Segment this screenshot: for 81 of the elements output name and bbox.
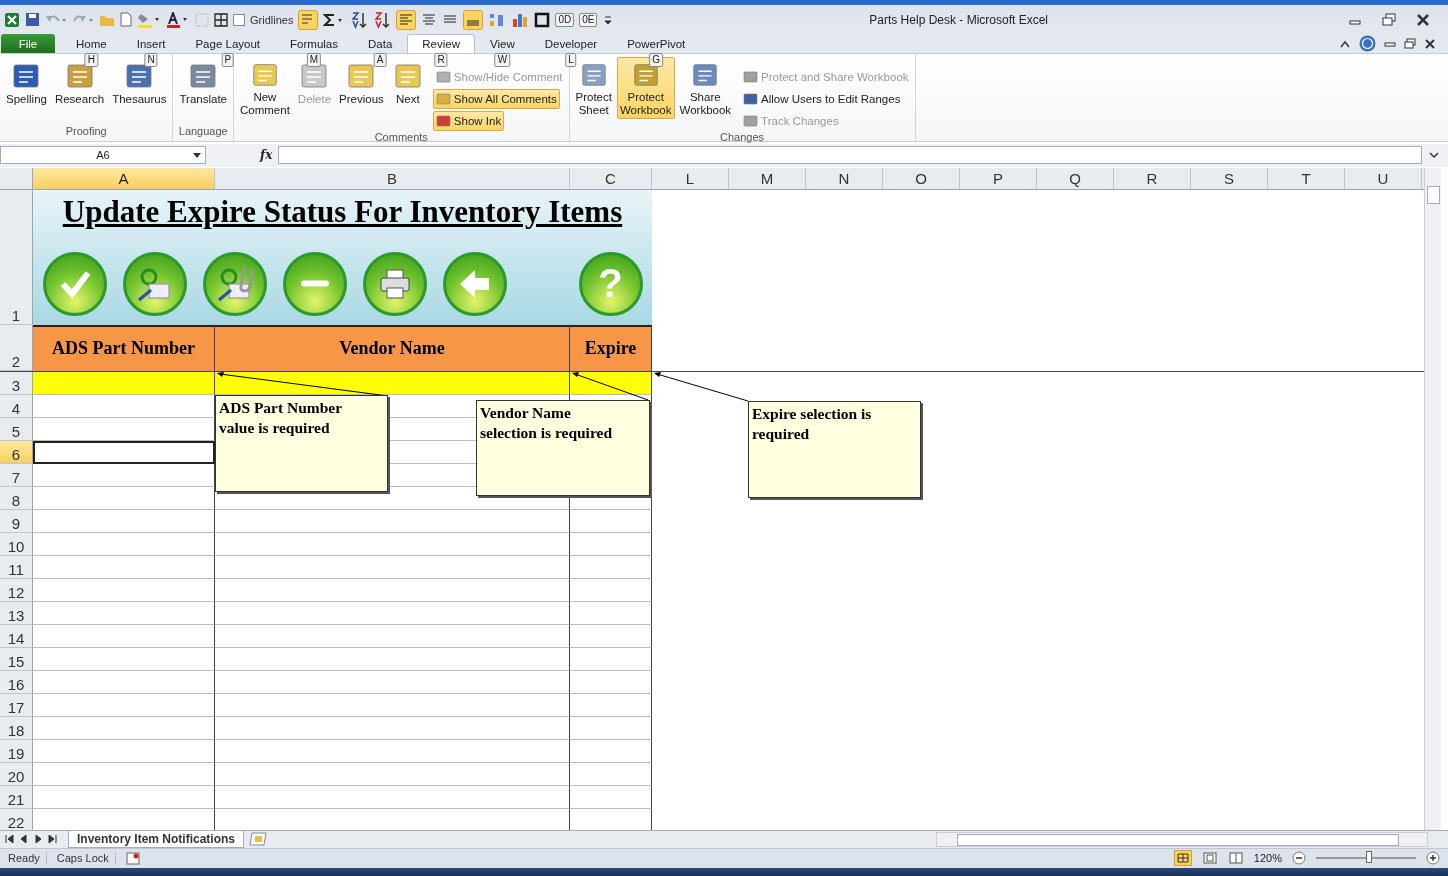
ribbon-tab[interactable]: PowerPivot bbox=[612, 34, 701, 54]
group-label: Changes bbox=[719, 131, 766, 144]
row-header[interactable]: 22 bbox=[0, 808, 33, 830]
ribbon-button[interactable]: Show All Comments bbox=[432, 89, 560, 110]
insert-function-button[interactable]: fx bbox=[260, 148, 273, 163]
comment-tooltip: Vendor Name selection is required bbox=[476, 399, 650, 496]
row-header[interactable]: 15 bbox=[0, 647, 33, 671]
status-text: Caps Lock bbox=[56, 852, 116, 865]
ribbon-tab[interactable]: Formulas bbox=[275, 34, 353, 54]
row-header[interactable]: 16 bbox=[0, 670, 33, 694]
ribbon-button[interactable]: Allow Users to Edit Ranges bbox=[740, 89, 904, 110]
column-heading: Expire bbox=[570, 324, 652, 371]
ribbon-button[interactable]: Show Ink bbox=[432, 111, 505, 132]
row-header[interactable]: 6 bbox=[0, 440, 33, 464]
ribbon-button[interactable]: New Comment bbox=[237, 57, 293, 120]
keytip-label: M bbox=[306, 53, 322, 68]
ribbon-tab[interactable]: Data bbox=[353, 34, 408, 54]
row-header[interactable]: 17 bbox=[0, 693, 33, 717]
row-header[interactable]: 8 bbox=[0, 486, 33, 510]
column-header[interactable]: A bbox=[33, 167, 215, 189]
row-header[interactable]: 20 bbox=[0, 762, 33, 786]
ribbon-button[interactable]: Spelling bbox=[3, 57, 50, 120]
column-header[interactable]: S bbox=[1191, 167, 1268, 189]
ribbon-tab[interactable]: Review bbox=[407, 34, 475, 54]
row-header[interactable]: 1 bbox=[0, 189, 33, 325]
group-label: Comments bbox=[373, 131, 429, 144]
keytip-label: G bbox=[649, 53, 664, 68]
ribbon-tab[interactable]: Insert bbox=[121, 34, 181, 54]
row-header[interactable]: 10 bbox=[0, 532, 33, 556]
column-header[interactable]: T bbox=[1268, 167, 1345, 189]
row-header[interactable]: 5 bbox=[0, 417, 33, 441]
gridlines-label: Gridlines bbox=[250, 13, 294, 26]
name-box[interactable]: A6 bbox=[0, 146, 206, 165]
comment-tooltip: Expire selection is required bbox=[748, 400, 921, 498]
column-header[interactable]: N bbox=[806, 167, 883, 189]
group-label: Proofing bbox=[64, 125, 108, 140]
row-header[interactable]: 4 bbox=[0, 394, 33, 418]
keytip-label: 0D bbox=[555, 12, 575, 27]
column-header[interactable]: R bbox=[1114, 167, 1191, 189]
sheet-title: Update Expire Status For Inventory Items bbox=[62, 193, 623, 230]
row-header[interactable]: 21 bbox=[0, 785, 33, 809]
ribbon-button[interactable]: Next bbox=[388, 57, 427, 120]
keytip-label: W bbox=[494, 53, 511, 68]
row-header[interactable]: 2 bbox=[0, 324, 33, 371]
keytip-label: N bbox=[144, 53, 158, 68]
keytip-label: 0E bbox=[579, 12, 598, 27]
file-tab[interactable]: File bbox=[1, 34, 55, 54]
ribbon-tab[interactable]: Page Layout bbox=[180, 34, 276, 54]
row-header[interactable]: 7 bbox=[0, 463, 33, 487]
keytip-label: A bbox=[373, 53, 387, 68]
ribbon-tab[interactable]: Home bbox=[61, 34, 122, 54]
row-header[interactable]: 11 bbox=[0, 555, 33, 579]
row-header[interactable]: 12 bbox=[0, 578, 33, 602]
window-title: Parts Help Desk - Microsoft Excel bbox=[869, 12, 1048, 27]
ribbon-tab[interactable]: Developer bbox=[529, 34, 613, 54]
status-text: Ready bbox=[8, 852, 47, 865]
sheet-tab[interactable]: Inventory Item Notifications bbox=[68, 830, 245, 848]
keytip-label: P bbox=[221, 53, 235, 68]
column-heading: Vendor Name bbox=[215, 324, 570, 371]
column-header[interactable]: O bbox=[883, 167, 960, 189]
group-label: Language bbox=[177, 125, 229, 140]
row-header[interactable]: 3 bbox=[0, 371, 33, 395]
column-header[interactable]: C bbox=[570, 167, 652, 189]
keytip-label: H bbox=[84, 53, 98, 68]
row-header[interactable]: 13 bbox=[0, 601, 33, 625]
row-header[interactable]: 18 bbox=[0, 716, 33, 740]
keytip-label: R bbox=[434, 53, 448, 68]
column-header[interactable]: U bbox=[1345, 167, 1422, 189]
row-header[interactable]: 9 bbox=[0, 509, 33, 533]
row-header[interactable]: 14 bbox=[0, 624, 33, 648]
ribbon-tab[interactable]: View bbox=[475, 34, 530, 54]
column-heading: ADS Part Number bbox=[33, 324, 215, 371]
ribbon-button[interactable]: Share Workbook bbox=[676, 57, 735, 120]
row-header[interactable]: 19 bbox=[0, 739, 33, 763]
comment-tooltip: ADS Part Number value is required bbox=[215, 394, 388, 492]
column-header[interactable]: L bbox=[652, 167, 729, 189]
column-header[interactable]: Q bbox=[1037, 167, 1114, 189]
column-header[interactable]: B bbox=[215, 167, 570, 189]
column-header[interactable]: P bbox=[960, 167, 1037, 189]
column-header[interactable]: M bbox=[729, 167, 806, 189]
zoom-level[interactable]: 120% bbox=[1253, 852, 1282, 865]
